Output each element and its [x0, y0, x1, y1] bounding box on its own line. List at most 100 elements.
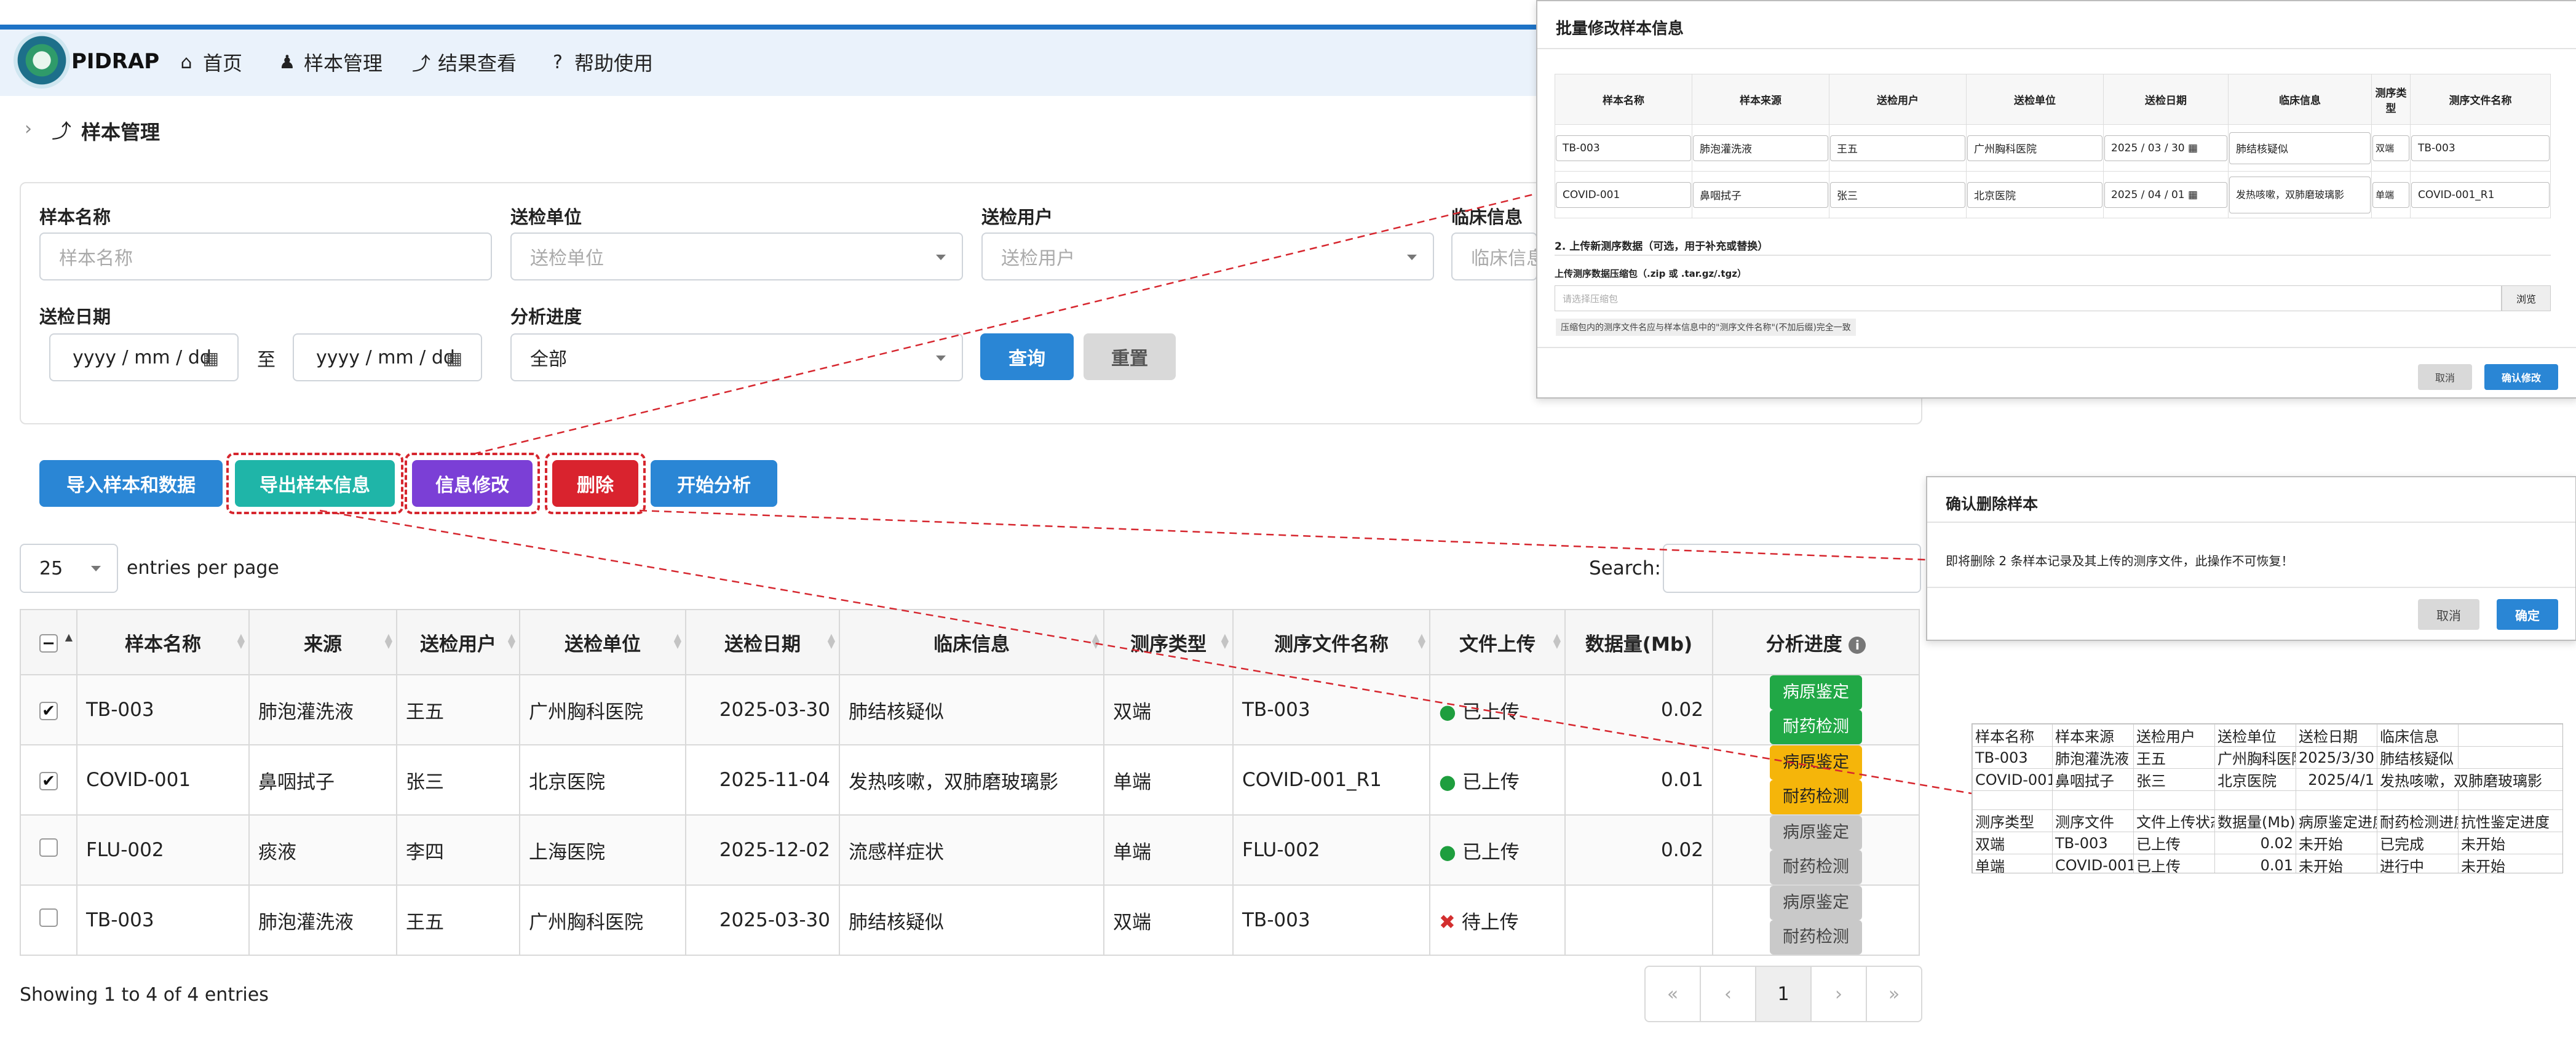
- resistance-badge[interactable]: 耐药检测: [1770, 850, 1862, 884]
- nav-help[interactable]: ? 帮助使用: [547, 48, 653, 76]
- col-source[interactable]: 来源 ▲ ▼: [248, 609, 397, 675]
- select-all-header[interactable]: − ▲: [20, 609, 77, 675]
- col-user[interactable]: 送检用户 ▲ ▼: [396, 609, 520, 675]
- table-row[interactable]: FLU-002 痰液 李四 上海医院 2025-12-02 流感样症状 单端 F…: [20, 814, 1920, 886]
- edit-unit-input[interactable]: 广州胸科医院: [1967, 135, 2102, 161]
- upload-file-input[interactable]: 请选择压缩包: [1555, 285, 2502, 311]
- edit-file-input[interactable]: COVID-001_R1: [2411, 181, 2550, 208]
- nav-samples[interactable]: ♟ 样本管理: [277, 48, 382, 76]
- table-row[interactable]: TB-003 肺泡灌洗液 王五 广州胸科医院 2025-03-30 肺结核疑似 …: [20, 884, 1920, 956]
- analyze-button[interactable]: 开始分析: [651, 460, 777, 507]
- chevron-right-icon[interactable]: ›: [25, 118, 32, 140]
- calendar-icon[interactable]: ▦: [446, 348, 462, 368]
- sheet-row: 单端COVID-001_已上传0.01未开始进行中未开始: [1972, 854, 2562, 873]
- cell-name: FLU-002: [76, 814, 250, 886]
- clinical-input[interactable]: 临床信息: [1451, 232, 1537, 280]
- table-header-row: − ▲ 样本名称 ▲ ▼ 来源 ▲ ▼ 送检用户 ▲ ▼ 送检单位 ▲ ▼ 送检日期 ▲ ▼ 临床信息…: [20, 609, 1920, 675]
- resistance-badge[interactable]: 耐药检测: [1770, 710, 1862, 744]
- delete-confirm-button[interactable]: 确定: [2497, 599, 2558, 630]
- edit-cancel-button[interactable]: 取消: [2418, 364, 2472, 390]
- cell-seq-file: COVID-001_R1: [1232, 744, 1430, 816]
- search-input[interactable]: [1663, 544, 1921, 593]
- brand-name[interactable]: PIDRAP: [71, 49, 159, 74]
- edit-user-input[interactable]: 张三: [1830, 181, 1965, 208]
- edit-confirm-button[interactable]: 确认修改: [2484, 364, 2558, 390]
- resistance-badge[interactable]: 耐药检测: [1770, 780, 1862, 814]
- table-row[interactable]: ✔ TB-003 肺泡灌洗液 王五 广州胸科医院 2025-03-30 肺结核疑…: [20, 674, 1920, 745]
- user-select[interactable]: 送检用户: [981, 232, 1434, 280]
- unit-select[interactable]: 送检单位: [510, 232, 963, 280]
- edit-unit-input[interactable]: 北京医院: [1967, 181, 2102, 208]
- table-row[interactable]: ✔ COVID-001 鼻咽拭子 张三 北京医院 2025-11-04 发热咳嗽…: [20, 744, 1920, 816]
- nav-home[interactable]: ⌂ 首页: [176, 48, 242, 76]
- pathogen-id-badge[interactable]: 病原鉴定: [1770, 886, 1862, 920]
- sheet-cell: 送检日期: [2296, 724, 2377, 747]
- row-select-cell[interactable]: ✔: [20, 674, 77, 745]
- delete-modal-message: 即将删除 2 条样本记录及其上传的测序文件，此操作不可恢复！: [1946, 554, 2294, 568]
- col-upload[interactable]: 文件上传 ▲ ▼: [1429, 609, 1566, 675]
- col-seq-file[interactable]: 测序文件名称 ▲ ▼: [1232, 609, 1430, 675]
- nav-results[interactable]: ⤴ 结果查看: [411, 48, 517, 76]
- edit-highlight: [405, 453, 540, 514]
- page-1-button[interactable]: 1: [1756, 967, 1812, 1021]
- col-seq-type[interactable]: 测序类型 ▲ ▼: [1103, 609, 1234, 675]
- cell-seq-type: 单端: [1103, 814, 1234, 886]
- edit-name-input[interactable]: TB-003: [1556, 135, 1691, 161]
- row-select-cell[interactable]: [20, 884, 77, 956]
- edit-clinical-input[interactable]: 发热咳嗽，双肺磨玻璃影: [2229, 176, 2371, 213]
- date-to-input[interactable]: yyyy / mm / dd ▦: [293, 333, 482, 381]
- col-date[interactable]: 送检日期 ▲ ▼: [685, 609, 840, 675]
- delete-cancel-button[interactable]: 取消: [2418, 599, 2479, 630]
- next-page-button[interactable]: ›: [1812, 967, 1867, 1021]
- edit-source-input[interactable]: 肺泡灌洗液: [1693, 135, 1828, 161]
- row-select-cell[interactable]: ✔: [20, 744, 77, 816]
- edit-seqtype-select[interactable]: 双端: [2372, 135, 2409, 161]
- edit-date-input[interactable]: 2025 / 03 / 30 ▦: [2104, 135, 2227, 161]
- date-from-input[interactable]: yyyy / mm / dd ▦: [49, 333, 239, 381]
- row-checkbox[interactable]: [39, 838, 58, 857]
- calendar-icon[interactable]: ▦: [2188, 142, 2198, 154]
- reset-button[interactable]: 重置: [1084, 333, 1176, 380]
- col-user-label: 送检用户: [420, 633, 496, 656]
- first-page-button[interactable]: «: [1646, 967, 1701, 1021]
- select-all-checkbox[interactable]: −: [39, 634, 58, 653]
- row-checkbox[interactable]: ✔: [39, 772, 58, 790]
- sheet-row: 双端 TB-003 已上传 0.02 未开始 已完成 未开始: [1972, 832, 2562, 854]
- import-button[interactable]: 导入样本和数据: [39, 460, 223, 507]
- page-length-select[interactable]: 25: [20, 544, 118, 593]
- row-select-cell[interactable]: [20, 814, 77, 886]
- pathogen-id-badge[interactable]: 病原鉴定: [1770, 675, 1862, 710]
- app-logo[interactable]: [14, 32, 70, 89]
- edit-file-input[interactable]: TB-003: [2411, 135, 2550, 161]
- row-checkbox[interactable]: ✔: [39, 702, 58, 720]
- progress-select[interactable]: 全部: [510, 333, 963, 381]
- edit-clinical-input[interactable]: 肺结核疑似: [2229, 132, 2371, 164]
- edit-source-input[interactable]: 鼻咽拭子: [1693, 181, 1828, 208]
- prev-page-button[interactable]: ‹: [1701, 967, 1756, 1021]
- edit-seqtype-select[interactable]: 单端: [2372, 181, 2409, 208]
- last-page-button[interactable]: »: [1867, 967, 1921, 1021]
- calendar-icon[interactable]: ▦: [203, 348, 219, 368]
- col-size[interactable]: 数据量(Mb): [1564, 609, 1713, 675]
- sheet-cell: 送检单位: [2214, 724, 2296, 747]
- row-checkbox[interactable]: [39, 908, 58, 927]
- resistance-badge[interactable]: 耐药检测: [1770, 920, 1862, 955]
- sample-name-input[interactable]: 样本名称: [39, 232, 492, 280]
- nav-help-label: 帮助使用: [574, 52, 654, 75]
- col-unit[interactable]: 送检单位 ▲ ▼: [519, 609, 686, 675]
- edit-name-input[interactable]: COVID-001: [1556, 181, 1691, 208]
- pathogen-id-badge[interactable]: 病原鉴定: [1770, 816, 1862, 850]
- cell-seq-file: TB-003: [1232, 884, 1430, 956]
- col-name[interactable]: 样本名称 ▲ ▼: [76, 609, 250, 675]
- browse-button[interactable]: 浏览: [2502, 285, 2551, 311]
- col-clinical[interactable]: 临床信息 ▲ ▼: [839, 609, 1104, 675]
- query-button[interactable]: 查询: [980, 333, 1074, 380]
- info-icon[interactable]: i: [1849, 637, 1866, 654]
- calendar-icon[interactable]: ▦: [2188, 189, 2198, 201]
- edit-date-input[interactable]: 2025 / 04 / 01 ▦: [2104, 181, 2227, 208]
- cell-progress: 病原鉴定耐药检测: [1712, 884, 1920, 956]
- pathogen-id-badge[interactable]: 病原鉴定: [1770, 745, 1862, 780]
- col-progress-label: 分析进度: [1766, 633, 1842, 656]
- edit-user-input[interactable]: 王五: [1830, 135, 1965, 161]
- col-seq-file-label: 测序文件名称: [1274, 633, 1389, 656]
